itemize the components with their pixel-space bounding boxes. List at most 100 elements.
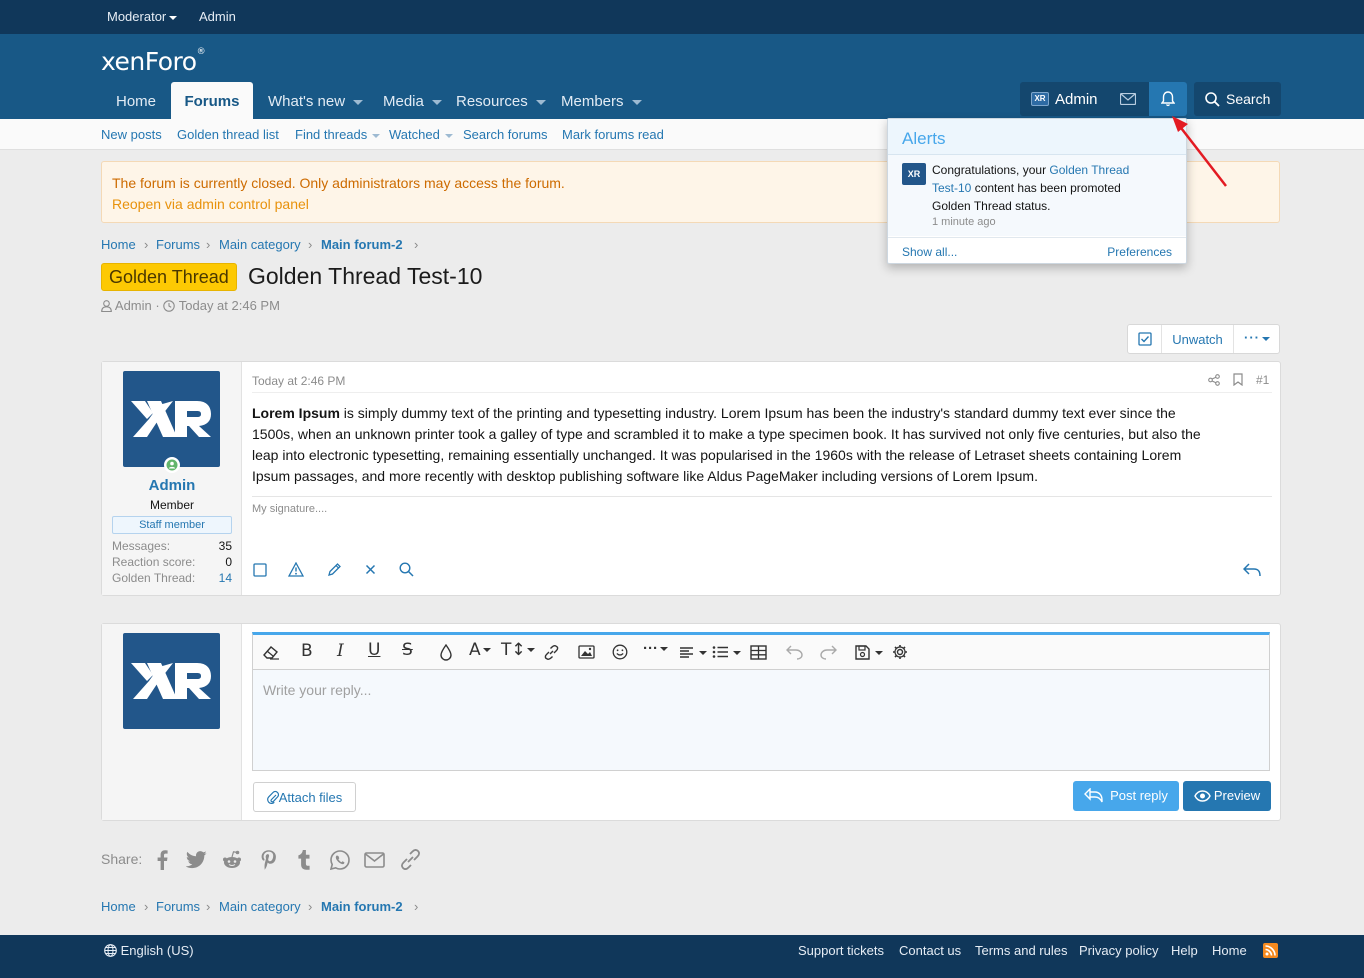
account-link[interactable]: Admin — [1055, 91, 1098, 108]
smiley-icon[interactable] — [612, 644, 628, 660]
stat-value-link[interactable]: 14 — [219, 571, 232, 585]
select-thread-button[interactable] — [1128, 325, 1162, 353]
breadcrumb-forums[interactable]: Forums — [156, 899, 200, 914]
select-checkbox-icon[interactable] — [253, 563, 267, 577]
underline-icon[interactable]: U — [368, 640, 380, 660]
search-icon[interactable] — [399, 562, 414, 577]
subnav-find-threads[interactable]: Find threads — [295, 127, 381, 142]
text-color-drop-icon[interactable] — [440, 644, 452, 661]
more-insert-icon[interactable]: ··· — [643, 640, 668, 657]
chevron-down-icon[interactable] — [353, 99, 364, 105]
subnav-new-posts[interactable]: New posts — [101, 127, 162, 142]
preview-button[interactable]: Preview — [1183, 781, 1271, 811]
twitter-icon[interactable] — [186, 851, 207, 869]
subnav-search-forums[interactable]: Search forums — [463, 127, 548, 142]
breadcrumb-main-forum[interactable]: Main forum-2 — [321, 237, 403, 252]
site-logo[interactable]: xenForo® — [101, 47, 206, 76]
user-stats: Messages: 35 Reaction score: 0 Golden Thre… — [112, 539, 232, 587]
chevron-down-icon[interactable] — [535, 99, 546, 105]
nav-tab-resources[interactable]: Resources — [456, 82, 546, 119]
nav-tab-members[interactable]: Members — [561, 82, 642, 119]
breadcrumb-home[interactable]: Home — [101, 237, 136, 252]
alert-thread-link[interactable]: Test-10 — [932, 181, 971, 195]
footer-link-terms[interactable]: Terms and rules — [975, 943, 1067, 958]
footer-link-privacy[interactable]: Privacy policy — [1079, 943, 1158, 958]
more-options-button[interactable]: ··· — [1234, 325, 1280, 353]
reopen-link[interactable]: Reopen via admin control panel — [112, 196, 309, 212]
post-username[interactable]: Admin — [102, 477, 242, 494]
pinterest-icon[interactable] — [261, 850, 276, 870]
unwatch-button[interactable]: Unwatch — [1162, 325, 1234, 353]
edit-pencil-icon[interactable] — [327, 562, 342, 577]
chevron-down-icon[interactable] — [431, 99, 442, 105]
nav-tab-whats-new[interactable]: What's new — [268, 82, 364, 119]
email-icon[interactable] — [364, 852, 385, 868]
rss-icon[interactable] — [1263, 943, 1278, 958]
subnav-mark-forums-read[interactable]: Mark forums read — [562, 127, 664, 142]
breadcrumb-main-forum[interactable]: Main forum-2 — [321, 899, 403, 914]
image-icon[interactable] — [578, 645, 595, 659]
alert-preferences-link[interactable]: Preferences — [1107, 245, 1172, 259]
strikethrough-icon[interactable]: S — [402, 640, 413, 660]
thread-start-time[interactable]: Today at 2:46 PM — [179, 298, 280, 313]
facebook-icon[interactable] — [156, 850, 168, 870]
moderator-menu[interactable]: Moderator — [107, 9, 178, 24]
redo-icon[interactable] — [820, 645, 837, 660]
eraser-icon[interactable] — [262, 644, 280, 660]
tumblr-icon[interactable] — [297, 850, 310, 870]
footer-link-contact[interactable]: Contact us — [899, 943, 961, 958]
alert-item[interactable]: XR Congratulations, your Golden Thread Te… — [888, 155, 1186, 236]
nav-tab-forums[interactable]: Forums — [171, 82, 253, 119]
breadcrumb-main-category[interactable]: Main category — [219, 237, 301, 252]
italic-icon[interactable]: I — [337, 641, 344, 661]
link-icon[interactable] — [400, 849, 421, 870]
font-family-icon[interactable]: A — [469, 640, 491, 660]
show-all-alerts-link[interactable]: Show all... — [902, 245, 957, 259]
font-size-icon[interactable]: T↕ — [501, 640, 535, 660]
thread-prefix-badge[interactable]: Golden Thread — [101, 263, 237, 291]
align-left-icon[interactable] — [679, 646, 694, 659]
breadcrumb-main-category[interactable]: Main category — [219, 899, 301, 914]
delete-x-icon[interactable] — [365, 564, 376, 575]
table-icon[interactable] — [750, 645, 767, 660]
chevron-down-icon[interactable] — [631, 99, 642, 105]
nav-tab-media[interactable]: Media — [383, 82, 442, 119]
whatsapp-icon[interactable] — [330, 850, 350, 870]
footer-link-support-tickets[interactable]: Support tickets — [798, 943, 884, 958]
report-warning-icon[interactable] — [288, 562, 304, 577]
footer-link-help[interactable]: Help — [1171, 943, 1198, 958]
avatar[interactable] — [123, 371, 220, 467]
chevron-down-icon[interactable] — [875, 651, 883, 655]
alert-thread-link[interactable]: Golden Thread — [1049, 163, 1129, 177]
alerts-button[interactable] — [1149, 82, 1187, 116]
subnav-watched[interactable]: Watched — [389, 127, 453, 142]
envelope-icon[interactable] — [1120, 93, 1136, 105]
nav-tab-home[interactable]: Home — [101, 82, 171, 119]
reply-arrow-icon[interactable] — [1243, 563, 1261, 577]
subnav-golden-thread-list[interactable]: Golden thread list — [177, 127, 279, 142]
reply-textarea[interactable]: Write your reply... — [252, 669, 1270, 771]
breadcrumb-forums[interactable]: Forums — [156, 237, 200, 252]
post-reply-button[interactable]: Post reply — [1073, 781, 1179, 811]
post-number[interactable]: #1 — [1256, 373, 1269, 387]
chevron-down-icon — [372, 133, 381, 138]
list-icon[interactable] — [712, 645, 729, 659]
link-icon[interactable] — [543, 644, 560, 661]
reddit-icon[interactable] — [222, 850, 242, 870]
share-icon[interactable] — [1208, 374, 1220, 386]
gear-icon[interactable] — [892, 644, 908, 660]
thread-author[interactable]: Admin — [115, 298, 152, 313]
footer-link-home[interactable]: Home — [1212, 943, 1247, 958]
save-draft-icon[interactable] — [855, 645, 870, 660]
admin-link[interactable]: Admin — [199, 9, 236, 24]
search-button[interactable]: Search — [1194, 82, 1281, 116]
chevron-down-icon[interactable] — [699, 651, 707, 655]
bold-icon[interactable]: B — [301, 641, 313, 661]
bookmark-icon[interactable] — [1233, 373, 1243, 386]
language-chooser[interactable]: English (US) — [104, 943, 194, 958]
chevron-down-icon[interactable] — [733, 651, 741, 655]
post-timestamp[interactable]: Today at 2:46 PM — [252, 374, 345, 388]
undo-icon[interactable] — [786, 645, 803, 660]
breadcrumb-home[interactable]: Home — [101, 899, 136, 914]
attach-files-button[interactable]: Attach files — [253, 782, 356, 812]
